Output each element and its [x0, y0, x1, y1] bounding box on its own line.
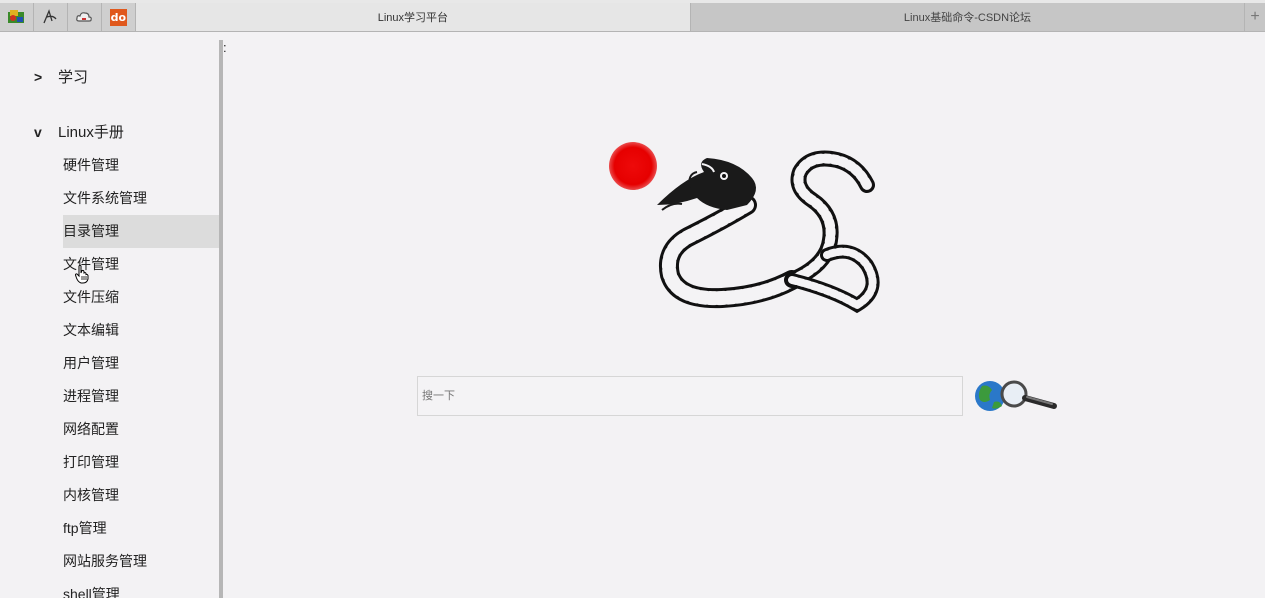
chevron-right-icon: >: [34, 68, 43, 85]
globe-magnifier-icon: [975, 380, 1057, 411]
sidebar-item-users[interactable]: 用户管理: [63, 347, 219, 380]
sidebar-item-ftp[interactable]: ftp管理: [63, 512, 219, 545]
signature-icon: [43, 9, 57, 24]
sidebar-menu: 硬件管理 文件系统管理 目录管理 文件管理 文件压缩 文本编辑 用户管理 进程管…: [63, 149, 219, 598]
pinned-tab-signature[interactable]: [33, 3, 68, 31]
new-tab-button[interactable]: +: [1245, 3, 1265, 31]
tab-title: Linux基础命令-CSDN论坛: [903, 12, 1032, 24]
status-dot: [609, 142, 657, 190]
tab-title: Linux学习平台: [377, 12, 449, 24]
pinned-tab-cloud[interactable]: [67, 3, 102, 31]
sidebar-item-hardware[interactable]: 硬件管理: [63, 149, 219, 182]
pinned-tab-do[interactable]: do: [101, 3, 136, 31]
content-colon: :: [223, 40, 227, 55]
sidebar-item-network[interactable]: 网络配置: [63, 413, 219, 446]
chevron-down-icon: v: [34, 123, 42, 140]
sidebar-item-directory[interactable]: 目录管理: [63, 215, 219, 248]
sidebar-item-kernel[interactable]: 内核管理: [63, 479, 219, 512]
cloud-icon: [76, 12, 93, 22]
search-button[interactable]: [972, 376, 1060, 416]
sidebar-group-label: 学习: [58, 69, 89, 86]
sidebar-item-printing[interactable]: 打印管理: [63, 446, 219, 479]
sidebar-item-compression[interactable]: 文件压缩: [63, 281, 219, 314]
app-icon: [8, 10, 25, 23]
hand-cursor-icon: [74, 264, 89, 284]
sidebar-group-study[interactable]: > 学习: [34, 66, 88, 87]
sidebar-item-shell[interactable]: shell管理: [63, 578, 219, 598]
snake-icon: [657, 150, 880, 314]
sidebar-item-web-service[interactable]: 网站服务管理: [63, 545, 219, 578]
sidebar-resize-handle[interactable]: [219, 40, 223, 598]
do-logo-icon: do: [109, 8, 127, 26]
tab-linux-platform[interactable]: Linux学习平台: [135, 3, 691, 31]
sidebar-group-label: Linux手册: [58, 124, 124, 141]
pinned-tab-app[interactable]: [0, 3, 34, 31]
sidebar-item-processes[interactable]: 进程管理: [63, 380, 219, 413]
sidebar-item-text-editing[interactable]: 文本编辑: [63, 314, 219, 347]
sidebar-group-linux-manual[interactable]: v Linux手册: [34, 121, 124, 142]
search-input[interactable]: [417, 376, 963, 416]
sidebar-item-filesystem[interactable]: 文件系统管理: [63, 182, 219, 215]
tab-csdn-forum[interactable]: Linux基础命令-CSDN论坛: [690, 3, 1246, 31]
tab-bar: do Linux学习平台 Linux基础命令-CSDN论坛 +: [0, 0, 1265, 32]
